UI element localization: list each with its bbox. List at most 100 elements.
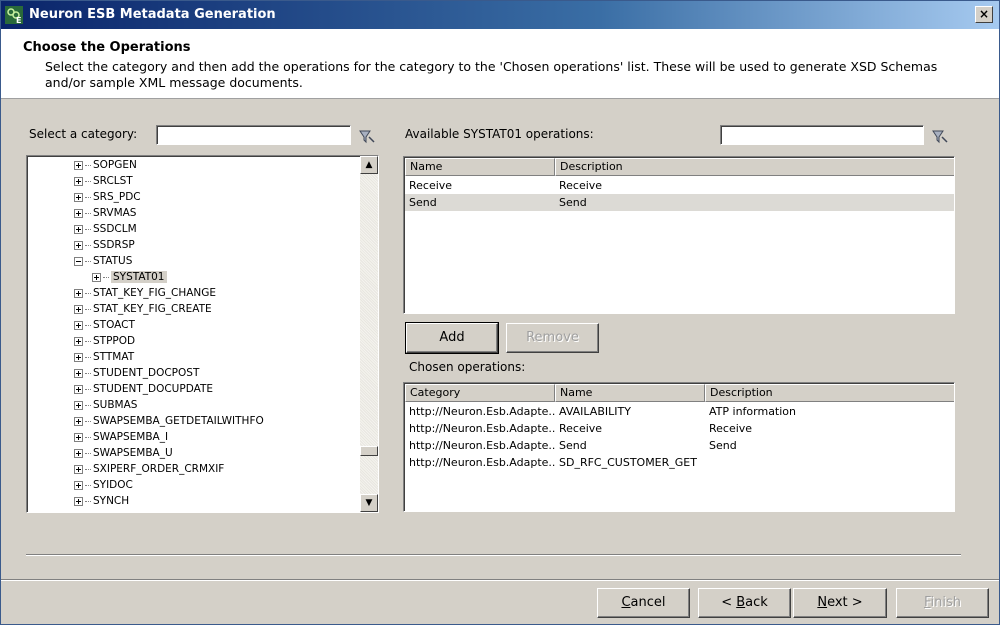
tree-item-label: STAT_KEY_FIG_CREATE: [93, 303, 212, 315]
table-row[interactable]: http://Neuron.Esb.Adapte... AVAILABILITY…: [405, 403, 954, 420]
tree-item[interactable]: SSDRSP: [74, 237, 135, 253]
next-button[interactable]: Next >: [793, 588, 887, 618]
table-row[interactable]: http://Neuron.Esb.Adapte... Send Send: [405, 437, 954, 454]
title-bar[interactable]: E Neuron ESB Metadata Generation ×: [1, 1, 999, 29]
tree-item-label: SXIPERF_ORDER_CRMXIF: [93, 463, 225, 475]
tree-vertical-scrollbar[interactable]: ▲ ▼: [360, 156, 378, 512]
category-filter-input[interactable]: [156, 125, 351, 145]
category-tree[interactable]: SOPGEN SRCLST SRS_PDC SRVMAS SSDCLM SSDRSP STA…: [26, 155, 379, 513]
content-separator: [26, 554, 961, 556]
tree-item[interactable]: SXIPERF_ORDER_CRMXIF: [74, 461, 224, 477]
tree-item[interactable]: SYNCH: [74, 493, 129, 509]
expand-icon[interactable]: [74, 176, 83, 186]
collapse-icon[interactable]: [74, 256, 83, 266]
available-operations-list[interactable]: Name Description Receive Receive Send Se…: [403, 156, 955, 314]
table-row[interactable]: http://Neuron.Esb.Adapte... SD_RFC_CUSTO…: [405, 454, 954, 471]
tree-connector: [85, 212, 91, 214]
expand-icon[interactable]: [74, 432, 83, 442]
tree-item-label: STTMAT: [93, 351, 135, 363]
tree-item[interactable]: SSDCLM: [74, 221, 137, 237]
page-title: Choose the Operations: [23, 40, 191, 55]
scroll-thumb[interactable]: [360, 446, 378, 456]
tree-item-label: SYNCH: [93, 495, 130, 507]
tree-item[interactable]: SRVMAS: [74, 205, 136, 221]
expand-icon[interactable]: [74, 192, 83, 202]
tree-connector: [85, 436, 91, 438]
expand-icon[interactable]: [74, 464, 83, 474]
operations-filter-icon[interactable]: [931, 128, 949, 146]
expand-icon[interactable]: [74, 480, 83, 490]
close-button[interactable]: ×: [975, 6, 993, 23]
tree-item-label: STUDENT_DOCPOST: [93, 367, 200, 379]
tree-item[interactable]: STUDENT_DOCPOST: [74, 365, 199, 381]
expand-icon[interactable]: [74, 224, 83, 234]
tree-item[interactable]: STATUS: [74, 253, 132, 269]
tree-connector: [85, 308, 91, 310]
tree-connector: [85, 180, 91, 182]
expand-icon[interactable]: [92, 272, 101, 282]
expand-icon[interactable]: [74, 416, 83, 426]
tree-item[interactable]: SYSTAT01: [92, 269, 167, 285]
tree-item-label: SWAPSEMBA_GETDETAILWITHFO: [93, 415, 264, 427]
tree-item[interactable]: SYIDOC: [74, 477, 133, 493]
svg-text:E: E: [16, 16, 21, 24]
back-button[interactable]: < Back: [698, 588, 791, 618]
tree-item[interactable]: STOACT: [74, 317, 135, 333]
tree-item[interactable]: STAT_KEY_FIG_CREATE: [74, 301, 212, 317]
tree-item[interactable]: SRS_PDC: [74, 189, 141, 205]
available-list-header: Name Description: [405, 158, 954, 176]
column-header-name[interactable]: Name: [405, 158, 555, 176]
tree-item[interactable]: STAT_KEY_FIG_CHANGE: [74, 285, 216, 301]
column-header-name[interactable]: Name: [555, 384, 705, 402]
remove-button[interactable]: Remove: [506, 323, 599, 353]
expand-icon[interactable]: [74, 304, 83, 314]
tree-item-label: SRVMAS: [93, 207, 137, 219]
expand-icon[interactable]: [74, 496, 83, 506]
list-item[interactable]: Receive Receive: [405, 177, 954, 194]
tree-item-label: STAT_KEY_FIG_CHANGE: [93, 287, 217, 299]
chosen-list-header: Category Name Description: [405, 384, 954, 402]
scroll-up-icon: ▲: [365, 160, 373, 170]
neuron-esb-app-icon: E: [5, 6, 23, 24]
list-item[interactable]: Send Send: [405, 194, 954, 211]
tree-item[interactable]: SWAPSEMBA_I: [74, 429, 168, 445]
add-button[interactable]: Add: [405, 322, 499, 354]
close-icon: ×: [978, 7, 990, 21]
finish-button[interactable]: Finish: [896, 588, 989, 618]
tree-item-label: SWAPSEMBA_U: [93, 447, 173, 459]
category-filter-icon[interactable]: [358, 128, 376, 146]
expand-icon[interactable]: [74, 384, 83, 394]
tree-item[interactable]: SWAPSEMBA_U: [74, 445, 173, 461]
expand-icon[interactable]: [74, 160, 83, 170]
table-row[interactable]: http://Neuron.Esb.Adapte... Receive Rece…: [405, 420, 954, 437]
tree-item[interactable]: SRCLST: [74, 173, 133, 189]
column-header-description[interactable]: Description: [705, 384, 954, 402]
column-header-description[interactable]: Description: [555, 158, 954, 176]
expand-icon[interactable]: [74, 352, 83, 362]
cancel-button[interactable]: Cancel: [597, 588, 690, 618]
tree-item[interactable]: SOPGEN: [74, 157, 137, 173]
expand-icon[interactable]: [74, 288, 83, 298]
tree-item[interactable]: STTMAT: [74, 349, 134, 365]
expand-icon[interactable]: [74, 208, 83, 218]
expand-icon[interactable]: [74, 240, 83, 250]
tree-connector: [85, 324, 91, 326]
tree-connector: [103, 276, 109, 278]
expand-icon[interactable]: [74, 336, 83, 346]
tree-connector: [85, 356, 91, 358]
tree-item[interactable]: STPPOD: [74, 333, 135, 349]
column-header-category[interactable]: Category: [405, 384, 555, 402]
scroll-up-button[interactable]: ▲: [360, 156, 378, 174]
tree-item-label: SYIDOC: [93, 479, 133, 491]
expand-icon[interactable]: [74, 320, 83, 330]
chosen-operations-list[interactable]: Category Name Description http://Neuron.…: [403, 382, 955, 512]
operations-filter-input[interactable]: [720, 125, 924, 145]
expand-icon[interactable]: [74, 400, 83, 410]
expand-icon[interactable]: [74, 368, 83, 378]
tree-connector: [85, 484, 91, 486]
expand-icon[interactable]: [74, 448, 83, 458]
tree-item[interactable]: SWAPSEMBA_GETDETAILWITHFO: [74, 413, 264, 429]
tree-item[interactable]: STUDENT_DOCUPDATE: [74, 381, 213, 397]
scroll-down-button[interactable]: ▼: [360, 494, 378, 512]
tree-item[interactable]: SUBMAS: [74, 397, 137, 413]
